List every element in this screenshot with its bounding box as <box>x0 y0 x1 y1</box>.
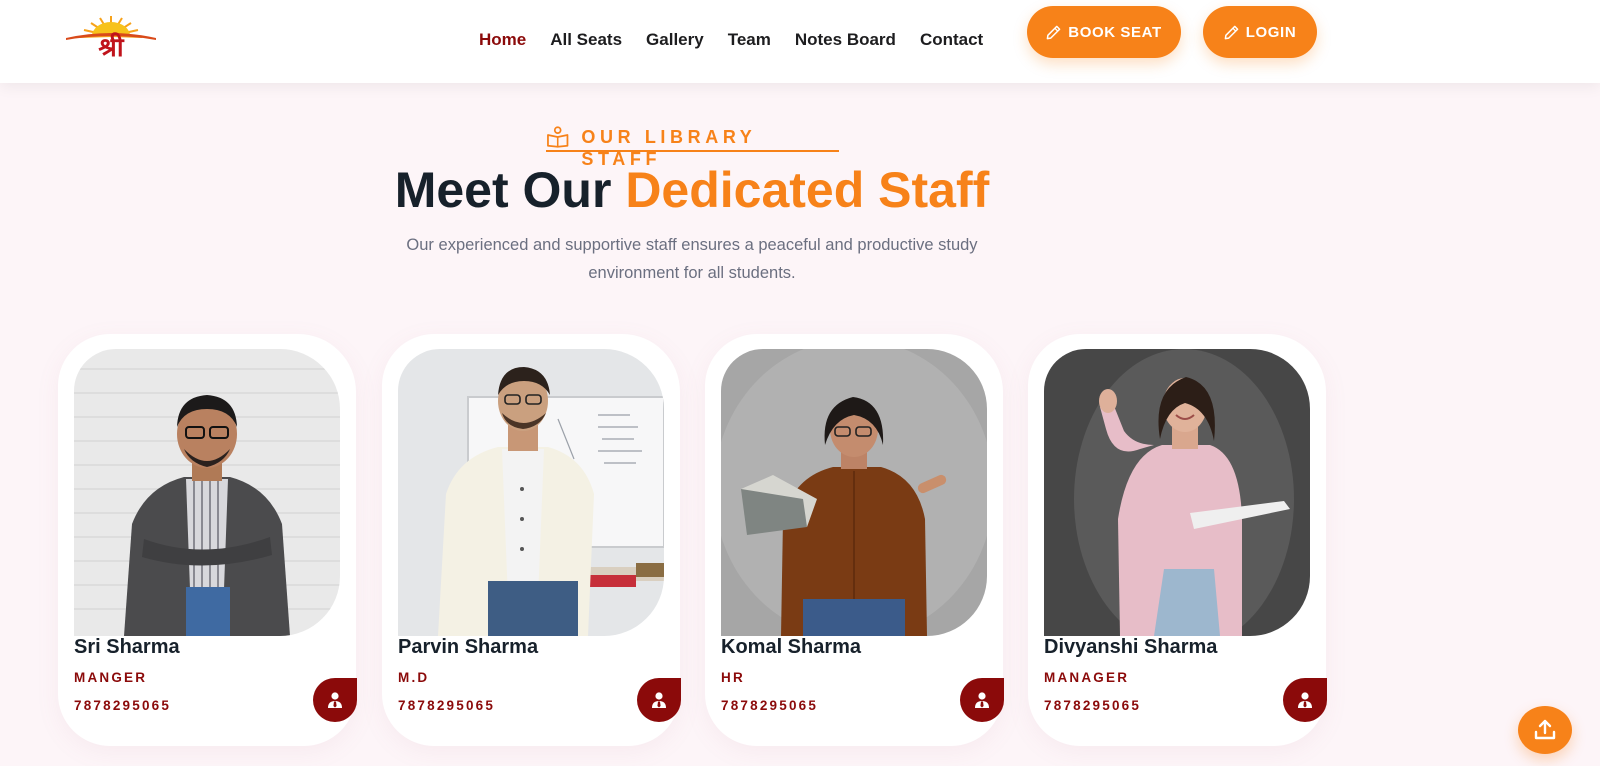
nav-contact[interactable]: Contact <box>920 30 983 50</box>
nav-notes-board[interactable]: Notes Board <box>795 30 896 50</box>
staff-role: HR <box>721 670 745 685</box>
staff-photo <box>74 349 340 636</box>
staff-phone[interactable]: 7878295065 <box>1044 698 1141 713</box>
staff-profile-button[interactable] <box>637 678 681 722</box>
staff-phone[interactable]: 7878295065 <box>721 698 818 713</box>
staff-name: Komal Sharma <box>721 636 862 658</box>
pencil-icon <box>1224 25 1239 39</box>
user-tie-icon <box>328 692 342 708</box>
staff-photo <box>398 349 664 636</box>
logo-text: श्री <box>98 32 124 60</box>
staff-profile-button[interactable] <box>313 678 357 722</box>
nav-team[interactable]: Team <box>728 30 771 50</box>
book-seat-button[interactable]: BOOK SEAT <box>1027 6 1181 58</box>
staff-name: Divyanshi Sharma <box>1044 636 1218 658</box>
staff-role: MANAGER <box>1044 670 1130 685</box>
title-accent: Dedicated Staff <box>625 162 990 218</box>
login-label: LOGIN <box>1245 23 1297 41</box>
site-logo[interactable]: श्री <box>62 14 160 63</box>
section-title: Meet Our Dedicated Staff <box>0 160 1384 220</box>
staff-phone[interactable]: 7878295065 <box>74 698 171 713</box>
staff-photo <box>1044 349 1310 636</box>
title-part1: Meet Our <box>394 162 626 218</box>
staff-phone[interactable]: 7878295065 <box>398 698 495 713</box>
staff-role: M.D <box>398 670 430 685</box>
subtitle-line1: Our experienced and supportive staff ens… <box>406 236 978 254</box>
staff-role: MANGER <box>74 670 148 685</box>
nav-all-seats[interactable]: All Seats <box>550 30 622 50</box>
section-subtitle: Our experienced and supportive staff ens… <box>388 231 996 287</box>
main-nav: Home All Seats Gallery Team Notes Board … <box>479 30 983 50</box>
user-tie-icon <box>975 692 989 708</box>
staff-name: Parvin Sharma <box>398 636 539 658</box>
book-seat-label: BOOK SEAT <box>1068 23 1162 41</box>
subtitle-line2: environment for all students. <box>588 264 796 282</box>
upload-arrow-icon <box>1534 719 1556 740</box>
logo-icon: श्री <box>66 16 156 63</box>
staff-photo <box>721 349 987 636</box>
nav-home[interactable]: Home <box>479 30 526 50</box>
site-header: श्री Home All Seats Gallery Team Notes B… <box>0 0 1600 83</box>
login-button[interactable]: LOGIN <box>1203 6 1317 58</box>
user-tie-icon <box>652 692 666 708</box>
nav-gallery[interactable]: Gallery <box>646 30 704 50</box>
staff-card[interactable]: Komal Sharma HR 7878295065 <box>705 334 1004 746</box>
scroll-top-button[interactable] <box>1518 706 1572 754</box>
book-reader-icon <box>547 126 569 148</box>
user-tie-icon <box>1298 692 1312 708</box>
staff-name: Sri Sharma <box>74 636 180 658</box>
staff-profile-button[interactable] <box>960 678 1004 722</box>
staff-card[interactable]: Parvin Sharma M.D 7878295065 <box>382 334 681 746</box>
staff-card[interactable]: Sri Sharma MANGER 7878295065 <box>58 334 357 746</box>
staff-profile-button[interactable] <box>1283 678 1327 722</box>
section-eyebrow: OUR LIBRARY STAFF <box>546 126 839 169</box>
pencil-icon <box>1046 25 1061 39</box>
staff-card[interactable]: Divyanshi Sharma MANAGER 7878295065 <box>1028 334 1327 746</box>
